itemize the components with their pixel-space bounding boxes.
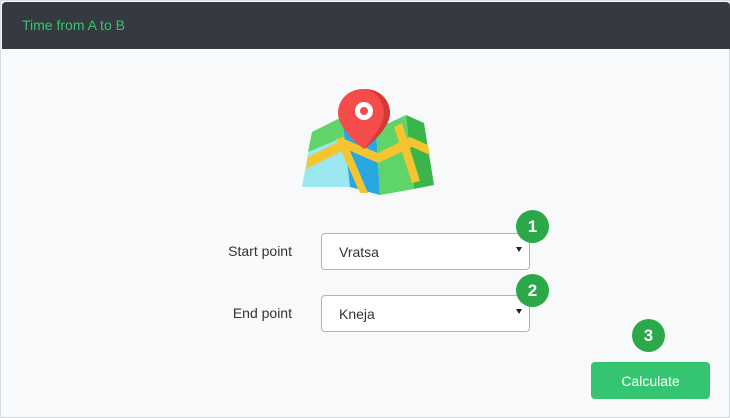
step-1-badge: 1	[516, 210, 549, 243]
map-pin-icon	[302, 89, 434, 195]
chevron-down-icon	[516, 309, 522, 314]
title-bar: Time from A to B	[2, 2, 730, 49]
app-window: Time from A to B Start point Vratsa 1 En…	[0, 0, 730, 418]
chevron-down-icon	[516, 247, 522, 252]
app-title: Time from A to B	[22, 17, 125, 33]
end-point-label: End point	[232, 305, 292, 321]
end-point-select[interactable]: Kneja	[321, 295, 530, 332]
end-point-value: Kneja	[339, 306, 375, 322]
start-point-label: Start point	[228, 243, 292, 259]
start-point-value: Vratsa	[339, 244, 379, 260]
start-point-select[interactable]: Vratsa	[321, 233, 530, 270]
calculate-button[interactable]: Calculate	[591, 362, 710, 399]
step-3-badge: 3	[632, 319, 665, 352]
step-2-badge: 2	[516, 274, 549, 307]
